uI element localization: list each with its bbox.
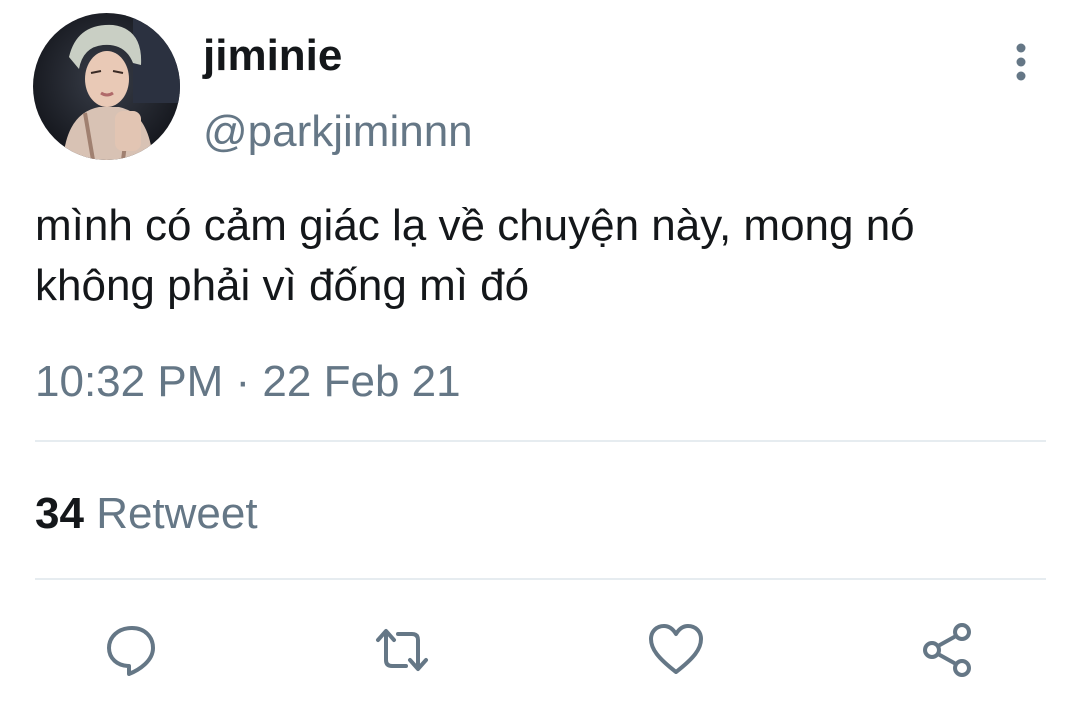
share-icon xyxy=(923,623,971,677)
avatar-image xyxy=(33,13,180,160)
more-options-button[interactable] xyxy=(1004,40,1038,84)
avatar[interactable] xyxy=(33,13,180,160)
retweet-count: 34 xyxy=(35,489,84,538)
like-button[interactable] xyxy=(646,620,706,680)
tweet-text: mình có cảm giác lạ về chuyện này, mong … xyxy=(35,201,915,310)
divider xyxy=(35,440,1046,442)
reply-button[interactable] xyxy=(102,620,162,680)
retweet-stats[interactable]: 34 Retweet xyxy=(35,487,258,541)
retweet-icon xyxy=(376,629,428,671)
divider xyxy=(35,578,1046,580)
retweet-button[interactable] xyxy=(372,620,432,680)
display-name[interactable]: jiminie xyxy=(203,30,342,82)
user-handle[interactable]: @parkjiminnn xyxy=(203,106,473,158)
tweet-timestamp[interactable]: 10:32 PM · 22 Feb 21 xyxy=(35,355,461,409)
share-button[interactable] xyxy=(918,620,978,680)
reply-icon xyxy=(107,626,155,676)
retweet-label: Retweet xyxy=(96,489,258,538)
more-vertical-icon xyxy=(1016,43,1026,81)
heart-icon xyxy=(649,624,703,674)
